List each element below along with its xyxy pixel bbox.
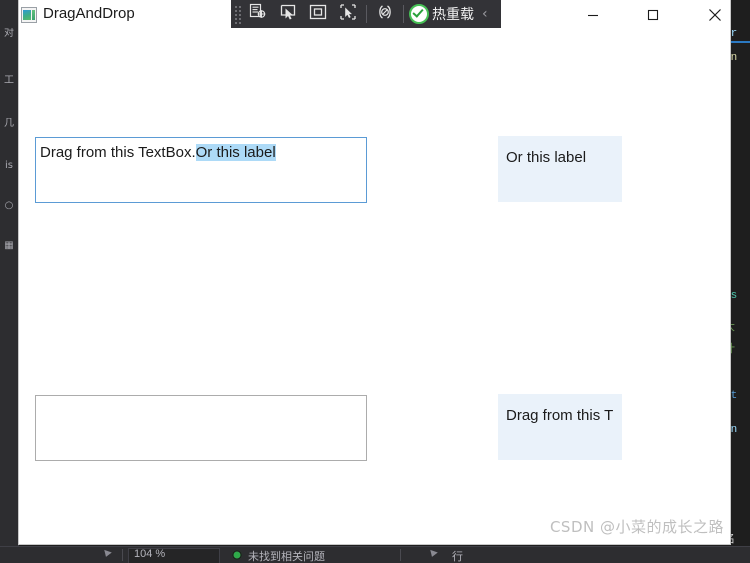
track-focused-element-button[interactable]: [333, 1, 363, 27]
check-circle-icon: [409, 4, 429, 24]
track-focused-element-icon: [339, 3, 357, 26]
rail-glyph-0[interactable]: 对: [1, 28, 17, 40]
window-title: DragAndDrop: [43, 5, 135, 22]
select-element-button[interactable]: [273, 1, 303, 27]
toolbar-divider: [366, 5, 367, 23]
wpf-app-icon: [21, 7, 37, 23]
close-button[interactable]: [692, 0, 730, 30]
toolbar-overflow-chevron-icon[interactable]: ‹: [482, 6, 488, 22]
target-label[interactable]: Drag from this T: [498, 394, 622, 460]
rail-glyph-1[interactable]: 工: [1, 75, 17, 87]
display-layout-adorner-button[interactable]: [303, 1, 333, 27]
issues-status-label[interactable]: 未找到相关问题: [248, 548, 325, 563]
rail-glyph-2[interactable]: 几: [1, 118, 17, 130]
status-divider-1: [122, 549, 123, 561]
app-client-area: Drag from this TextBox.Or this label Or …: [19, 30, 730, 544]
display-layout-adorner-icon: [309, 3, 327, 26]
xaml-binding-failures-button[interactable]: [370, 1, 400, 27]
secondary-cursor-icon: [428, 549, 438, 559]
rail-glyph-4[interactable]: ○: [1, 200, 17, 212]
go-to-live-visual-tree-icon: [249, 3, 267, 26]
target-label-text: Drag from this T: [506, 407, 614, 424]
hot-reload-button[interactable]: 热重载: [407, 4, 474, 24]
source-textbox-plain-text: Drag from this TextBox.: [40, 144, 196, 161]
go-to-live-visual-tree-button[interactable]: [243, 1, 273, 27]
select-element-icon: [279, 3, 297, 26]
source-textbox[interactable]: Drag from this TextBox.Or this label: [35, 137, 367, 203]
xaml-binding-failures-icon: [376, 3, 394, 26]
source-textbox-selected-text[interactable]: Or this label: [195, 144, 276, 161]
close-icon: [708, 8, 722, 22]
target-textbox[interactable]: [35, 395, 367, 461]
csdn-watermark: CSDN @小菜的成长之路: [549, 518, 724, 536]
ide-status-bar: 104 % 未找到相关问题 行: [0, 546, 750, 563]
source-label[interactable]: Or this label: [498, 136, 622, 202]
drag-and-drop-app-window: DragAndDrop 热重载 ‹ Drag from this TextBox…: [18, 0, 731, 545]
drag-grip-icon[interactable]: [233, 4, 243, 24]
xaml-hot-reload-toolbar[interactable]: 热重载 ‹: [231, 0, 501, 28]
issues-status-icon: [232, 550, 242, 560]
minimize-icon: [587, 9, 599, 21]
minimize-button[interactable]: [570, 0, 616, 30]
maximize-button[interactable]: [630, 0, 676, 30]
window-title-bar[interactable]: DragAndDrop 热重载 ‹: [19, 0, 730, 30]
ide-left-tool-rail[interactable]: 对 工 几 is ○ ▦: [0, 0, 19, 563]
toolbar-divider-2: [403, 5, 404, 23]
rail-glyph-5[interactable]: ▦: [1, 240, 17, 252]
mouse-cursor-icon: [102, 549, 112, 559]
zoom-level-label[interactable]: 104 %: [134, 548, 165, 560]
maximize-icon: [647, 9, 659, 21]
status-divider-2: [400, 549, 401, 561]
hot-reload-label: 热重载: [432, 7, 474, 23]
line-status-label[interactable]: 行: [452, 548, 463, 563]
rail-glyph-3[interactable]: is: [1, 160, 17, 172]
source-label-text: Or this label: [506, 149, 587, 166]
